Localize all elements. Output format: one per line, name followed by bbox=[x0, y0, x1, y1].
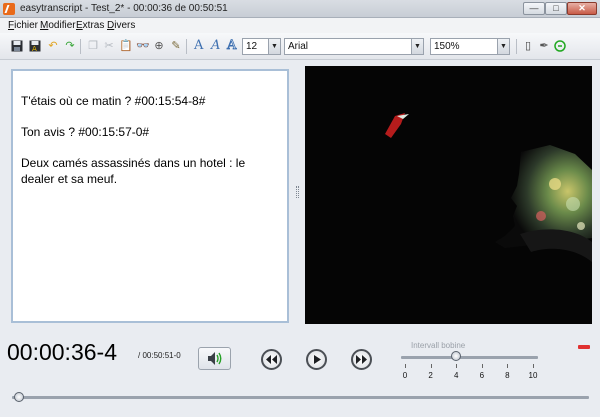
volume-button[interactable] bbox=[198, 347, 231, 370]
spell-check-icon[interactable]: ⊕ bbox=[153, 40, 165, 52]
font-italic-icon[interactable]: A bbox=[211, 38, 220, 53]
speaker-icon bbox=[208, 352, 222, 365]
interval-tick-label: 8 bbox=[505, 371, 510, 380]
font-outline-icon[interactable]: A bbox=[227, 38, 237, 54]
interval-slider-thumb[interactable] bbox=[451, 351, 462, 361]
menu-bar: Fichier Modifier Extras Divers bbox=[0, 18, 600, 33]
undo-icon[interactable]: ↶ bbox=[47, 40, 59, 52]
toolbar: A ↶ ↷ ❐ ✂ 📋 👓 ⊕ ✎ A A A 12 ▼ Arial ▼ 150… bbox=[0, 33, 600, 60]
menu-modifier[interactable]: Modifier bbox=[40, 20, 76, 31]
transcript-line: T'étais où ce matin ? #00:15:54-8# bbox=[21, 94, 206, 108]
title-bar: easytranscript - Test_2* - 00:00:36 de 0… bbox=[0, 0, 600, 18]
interval-tick bbox=[507, 364, 509, 368]
interval-tick-label: 0 bbox=[402, 371, 408, 380]
copy-icon[interactable]: ❐ bbox=[87, 40, 99, 52]
menu-fichier[interactable]: Fichier bbox=[8, 20, 38, 31]
interval-tick bbox=[533, 364, 534, 368]
playback-progress-thumb[interactable] bbox=[13, 392, 24, 402]
paste-icon[interactable]: 📋 bbox=[119, 40, 133, 52]
font-family-select[interactable]: Arial ▼ bbox=[284, 38, 424, 55]
current-timecode: 00:00:36-4 bbox=[7, 339, 117, 365]
menu-divers[interactable]: Divers bbox=[107, 20, 135, 31]
phone-icon[interactable]: ▯ bbox=[522, 40, 534, 52]
sound-icon[interactable] bbox=[554, 40, 566, 52]
zoom-select[interactable]: 150% ▼ bbox=[430, 38, 510, 55]
interval-tick bbox=[405, 364, 406, 368]
play-button[interactable] bbox=[306, 349, 327, 370]
font-size-select[interactable]: 12 ▼ bbox=[242, 38, 281, 55]
interval-tick-label: 10 bbox=[528, 371, 538, 380]
menu-extras[interactable]: Extras bbox=[76, 20, 104, 31]
interval-tick bbox=[456, 364, 458, 368]
total-duration: / 00:50:51-0 bbox=[138, 351, 181, 360]
find-icon[interactable]: 👓 bbox=[136, 40, 150, 52]
fast-forward-icon bbox=[356, 355, 367, 364]
toolbar-separator bbox=[80, 39, 81, 54]
video-player[interactable] bbox=[305, 66, 592, 324]
font-normal-icon[interactable]: A bbox=[194, 38, 203, 53]
transcript-editor[interactable]: T'étais où ce matin ? #00:15:54-8# Ton a… bbox=[11, 69, 289, 323]
interval-tick-label: 6 bbox=[479, 371, 485, 380]
interval-tick bbox=[430, 364, 432, 368]
font-size-value: 12 bbox=[246, 41, 258, 52]
zoom-value: 150% bbox=[434, 41, 460, 52]
transcript-line: dealer et sa meuf. bbox=[21, 172, 118, 186]
transcript-line: Deux camés assassinés dans un hotel : le bbox=[21, 156, 246, 170]
interval-tick-label: 2 bbox=[428, 371, 433, 380]
play-icon bbox=[314, 355, 321, 364]
save-icon[interactable] bbox=[11, 40, 23, 52]
rewind-icon bbox=[266, 355, 277, 364]
video-frame bbox=[305, 66, 592, 324]
font-family-value: Arial bbox=[288, 41, 309, 52]
save-as-icon[interactable]: A bbox=[29, 40, 41, 53]
format-icon[interactable]: ✎ bbox=[170, 40, 182, 52]
interval-tick bbox=[481, 364, 483, 368]
interval-tick-label: 4 bbox=[453, 371, 459, 380]
cut-icon[interactable]: ✂ bbox=[103, 40, 115, 52]
toolbar-separator bbox=[186, 39, 187, 54]
interval-slider-label: Intervall bobine bbox=[411, 341, 466, 350]
minimize-button[interactable]: — bbox=[523, 2, 545, 15]
fast-forward-button[interactable] bbox=[351, 349, 372, 370]
chevron-down-icon[interactable]: ▼ bbox=[497, 39, 509, 54]
transcript-line: Ton avis ? #00:15:57-0# bbox=[21, 125, 150, 139]
redo-icon[interactable]: ↷ bbox=[64, 40, 76, 52]
pen-icon[interactable]: ✒ bbox=[538, 40, 550, 52]
rewind-button[interactable] bbox=[261, 349, 282, 370]
app-logo-icon bbox=[3, 3, 15, 15]
window-title: easytranscript - Test_2* - 00:00:36 de 0… bbox=[20, 3, 228, 14]
chevron-down-icon[interactable]: ▼ bbox=[268, 39, 280, 54]
pane-splitter[interactable] bbox=[296, 186, 299, 198]
playback-progress-track[interactable] bbox=[12, 396, 589, 399]
close-button[interactable]: ✕ bbox=[567, 2, 597, 15]
interval-slider-track[interactable] bbox=[401, 356, 538, 359]
record-indicator bbox=[578, 345, 590, 349]
toolbar-separator bbox=[516, 39, 517, 54]
svg-text:A: A bbox=[32, 45, 37, 52]
chevron-down-icon[interactable]: ▼ bbox=[411, 39, 423, 54]
maximize-button[interactable]: □ bbox=[545, 2, 567, 15]
